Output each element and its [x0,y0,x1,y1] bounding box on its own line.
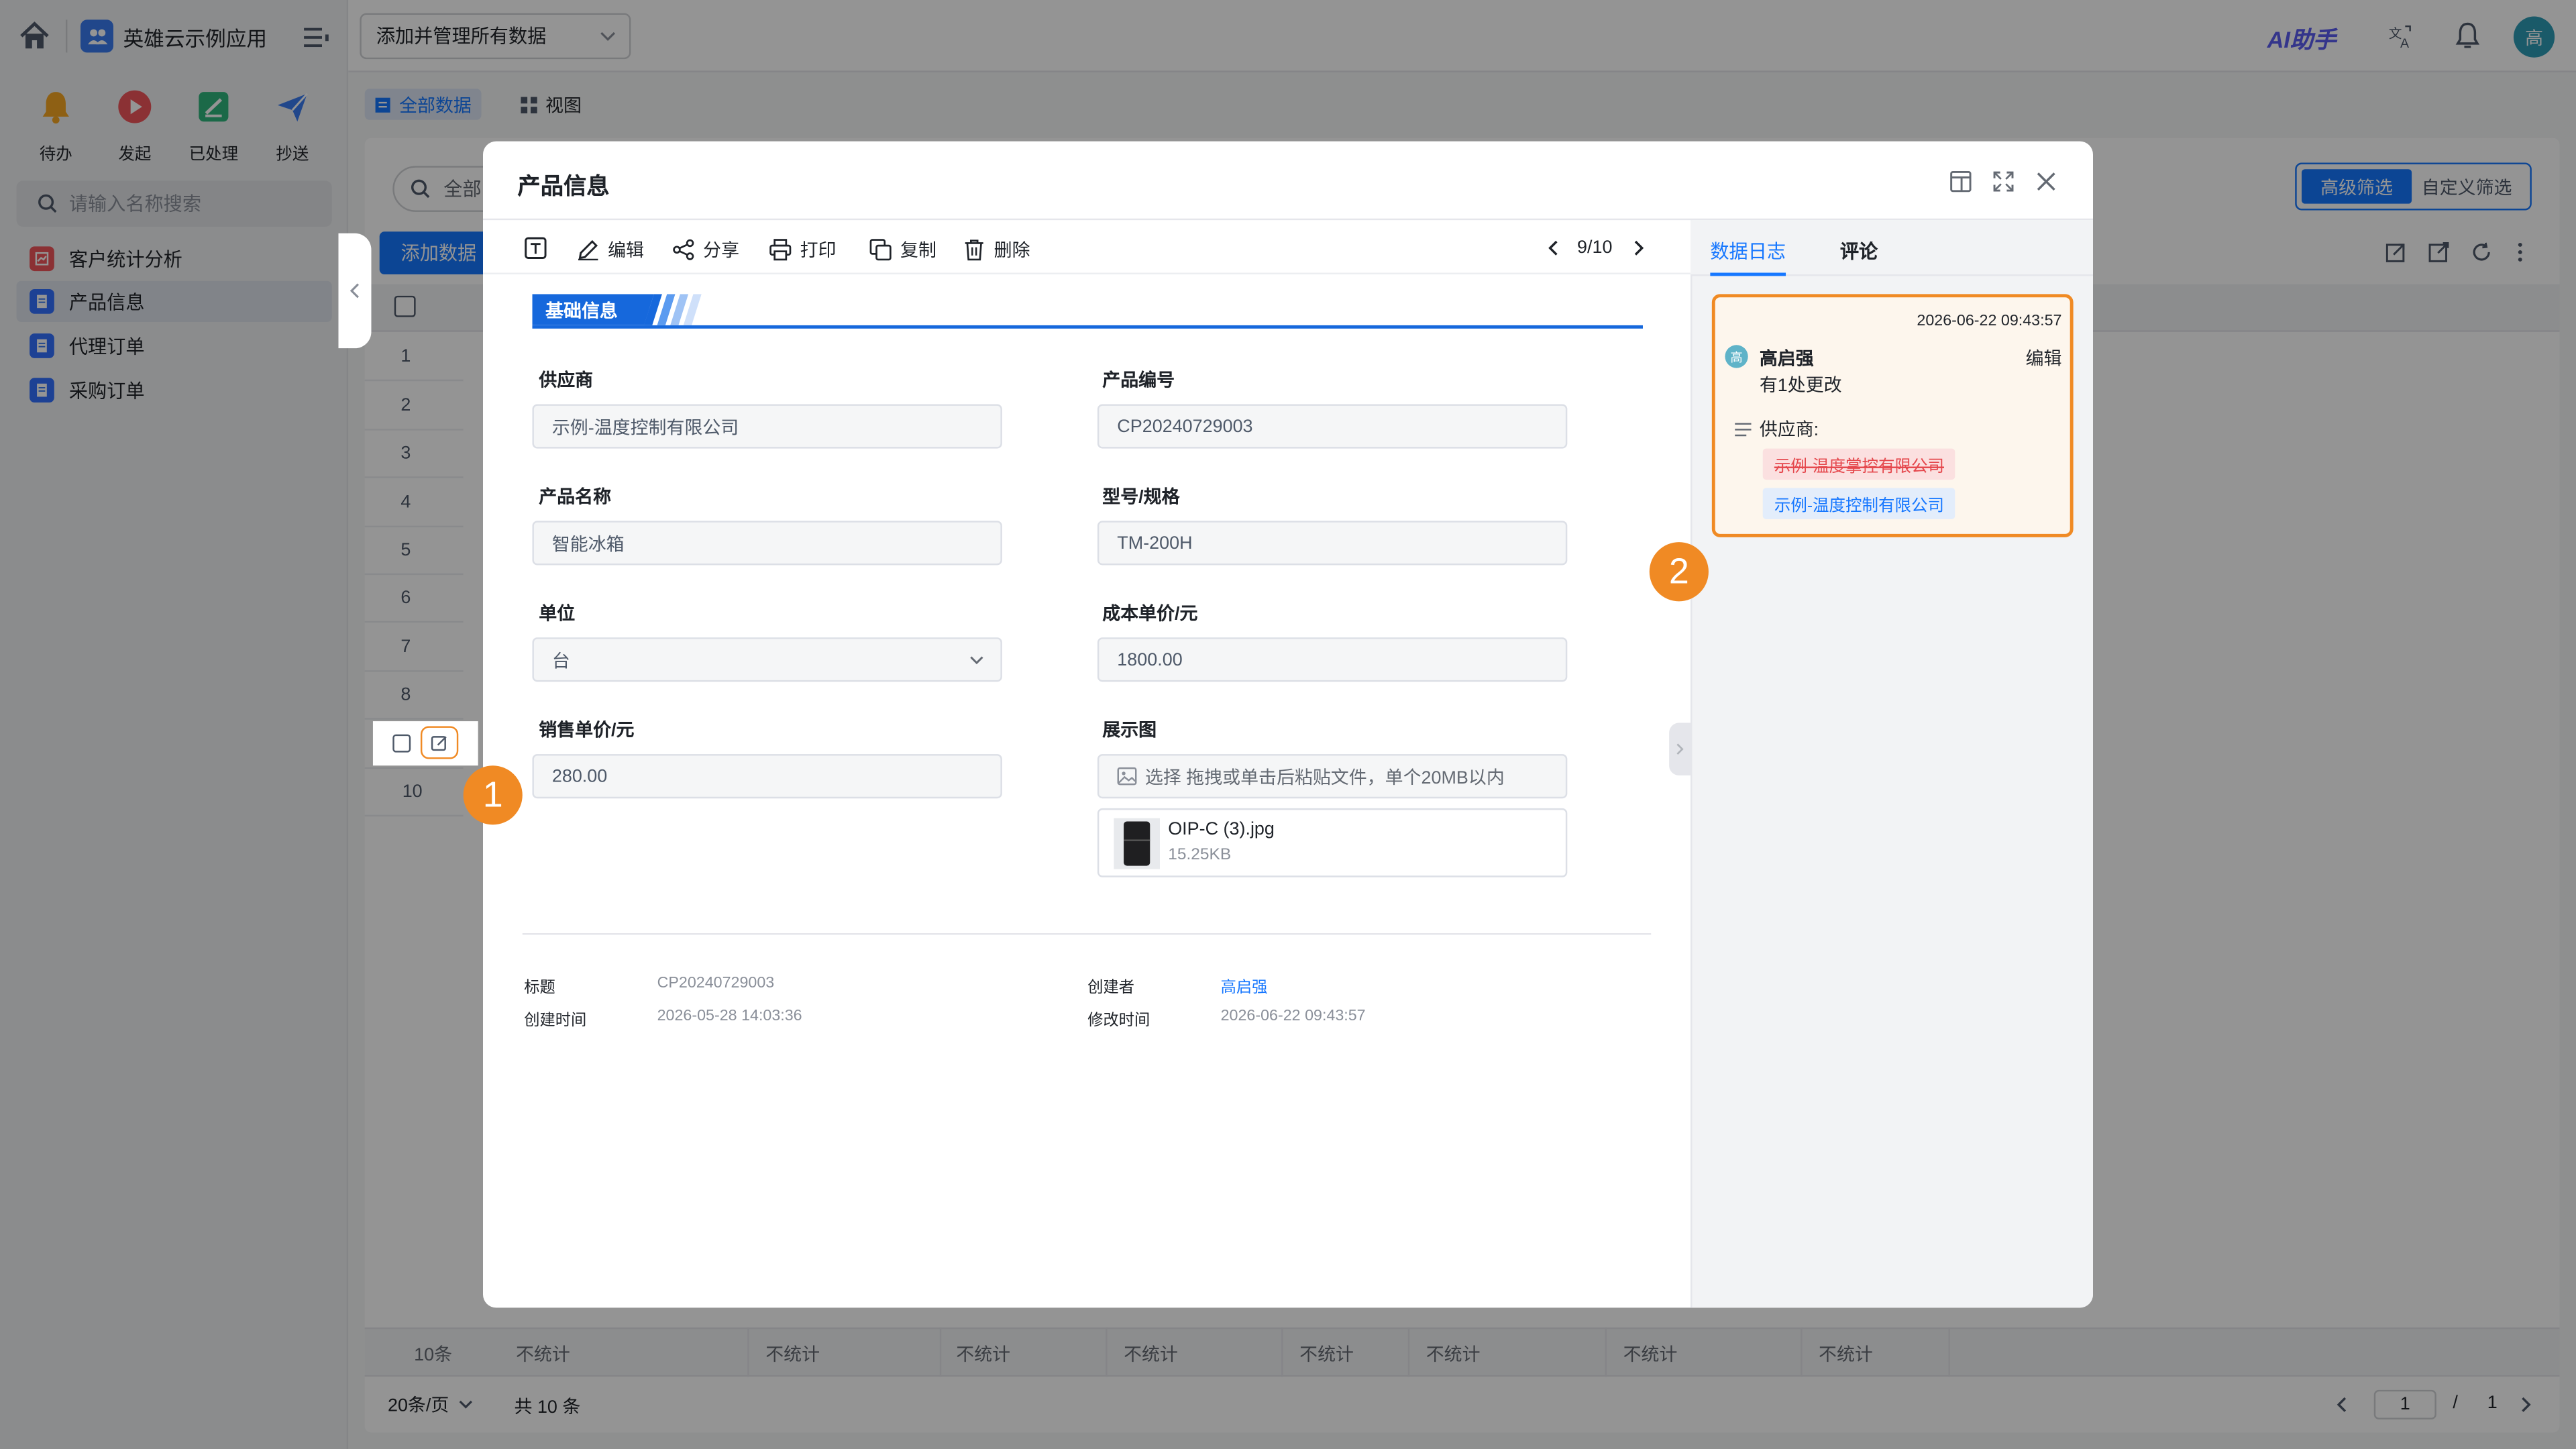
product-code-label: 产品编号 [1102,371,1175,391]
product-name-value: 智能冰箱 [551,535,625,555]
image-icon [1117,767,1137,786]
active-tab-indicator [1710,272,1786,276]
row-edit-button[interactable] [420,726,459,759]
print-label: 打印 [800,241,837,262]
panel-collapse-handle[interactable] [1669,722,1691,775]
pencil-icon [578,239,598,261]
share-button[interactable]: 分享 [672,237,739,263]
list-icon [1735,423,1752,437]
meta-created-label: 创建时间 [524,1012,587,1030]
printer-icon [769,239,792,261]
log-time: 2026-06-22 09:43:57 [1917,312,2062,331]
next-record-icon[interactable] [1633,240,1644,256]
row-checkbox[interactable] [392,734,411,753]
sale-price-value: 280.00 [551,766,608,786]
product-code-field[interactable]: CP20240729003 [1097,404,1568,449]
log-avatar-text: 高 [1730,349,1743,364]
upload-zone[interactable]: 选择 拖拽或单击后粘贴文件，单个20MB以内 [1097,754,1568,799]
record-pager: 9/10 [1577,238,1613,258]
sidebar-collapse-handle[interactable] [338,233,372,349]
model-value: TM-200H [1117,533,1193,553]
log-entry-card: 2026-06-22 09:43:57 高 高启强 编辑 有1处更改 供应商: … [1711,294,2074,537]
modal-title: 产品信息 [517,172,610,199]
chevron-left-icon [350,283,360,299]
model-label: 型号/规格 [1102,488,1180,508]
step-marker-text: 2 [1668,550,1689,592]
copy-button[interactable]: 复制 [869,237,936,263]
attachment-card[interactable]: OIP-C (3).jpg 15.25KB [1097,808,1568,877]
meta-divider [522,933,1652,935]
meta-created-value: 2026-05-28 14:03:36 [657,1007,802,1026]
model-field[interactable]: TM-200H [1097,521,1568,566]
meta-title-label: 标题 [524,979,555,998]
meta-creator-link[interactable]: 高启强 [1221,974,1268,998]
log-avatar: 高 [1725,345,1748,368]
unit-select[interactable]: 台 [532,637,1002,682]
supplier-label: 供应商 [539,371,594,391]
cost-price-field[interactable]: 1800.00 [1097,637,1568,682]
tab-comments[interactable]: 评论 [1840,238,1878,264]
chevron-down-icon [970,655,983,664]
edit-label: 编辑 [608,241,645,262]
unit-label: 单位 [539,604,576,625]
supplier-field[interactable]: 示例-温度控制有限公司 [532,404,1002,449]
meta-modified-label: 修改时间 [1087,1012,1150,1030]
cost-price-label: 成本单价/元 [1102,604,1198,625]
share-label: 分享 [703,241,740,262]
copy-label: 复制 [900,241,936,262]
log-old-value: 示例-温度掌控有限公司 [1762,448,1956,480]
edit-button[interactable]: 编辑 [577,237,644,263]
close-icon[interactable] [2035,171,2057,193]
unit-value: 台 [551,651,570,672]
log-field: 供应商: [1759,420,1819,441]
layout-toggle-icon[interactable] [1950,170,1972,193]
log-user: 高启强 [1759,350,1814,370]
section-stripes [644,294,702,325]
upload-hint: 选择 拖拽或单击后粘贴文件，单个20MB以内 [1144,767,1505,788]
delete-label: 删除 [994,241,1030,262]
attachment-name: OIP-C (3).jpg [1168,820,1275,840]
display-image-label: 展示图 [1102,721,1157,741]
tab-data-log[interactable]: 数据日志 [1710,238,1786,264]
product-name-label: 产品名称 [539,488,612,508]
text-format-button[interactable] [524,237,547,260]
toolbar-divider [483,272,1691,274]
section-header: 基础信息 [532,294,1643,328]
sale-price-field[interactable]: 280.00 [532,754,1002,799]
app-window: 英雄云示例应用 待办 发起 已处理 抄送 请输入名称搜索 客户统计分析 产品信息… [0,0,2576,1449]
edit-icon [431,735,447,750]
attachment-size: 15.25KB [1168,846,1232,865]
step-marker-text: 1 [482,773,503,815]
fullscreen-icon[interactable] [1993,171,2015,193]
cost-price-value: 1800.00 [1117,649,1183,669]
delete-button[interactable]: 删除 [963,237,1030,263]
log-summary: 有1处更改 [1759,376,1842,396]
meta-modified-value: 2026-06-22 09:43:57 [1220,1007,1366,1026]
share-icon [673,239,694,260]
sale-price-label: 销售单价/元 [539,721,635,741]
text-format-icon [525,237,547,259]
meta-creator-label: 创建者 [1087,979,1135,998]
record-modal: 产品信息 编辑 分享 打印 复制 删除 9/10 基础信息 供应商 示例-温度控… [483,141,2094,1308]
prev-record-icon[interactable] [1548,240,1559,256]
meta-title-value: CP20240729003 [657,974,775,993]
step-marker-2: 2 [1649,542,1709,602]
section-title: 基础信息 [545,301,618,321]
chevron-right-icon [1676,743,1684,755]
log-new-value: 示例-温度控制有限公司 [1762,488,1956,519]
log-action: 编辑 [2025,350,2062,370]
step-marker-1: 1 [463,765,523,825]
supplier-value: 示例-温度控制有限公司 [551,418,739,438]
product-name-field[interactable]: 智能冰箱 [532,521,1002,566]
copy-icon [869,239,892,261]
highlighted-row[interactable] [372,721,478,766]
trash-icon [965,239,983,261]
product-code-value: CP20240729003 [1117,416,1253,437]
attachment-thumbnail [1114,818,1160,869]
print-button[interactable]: 打印 [769,237,837,263]
